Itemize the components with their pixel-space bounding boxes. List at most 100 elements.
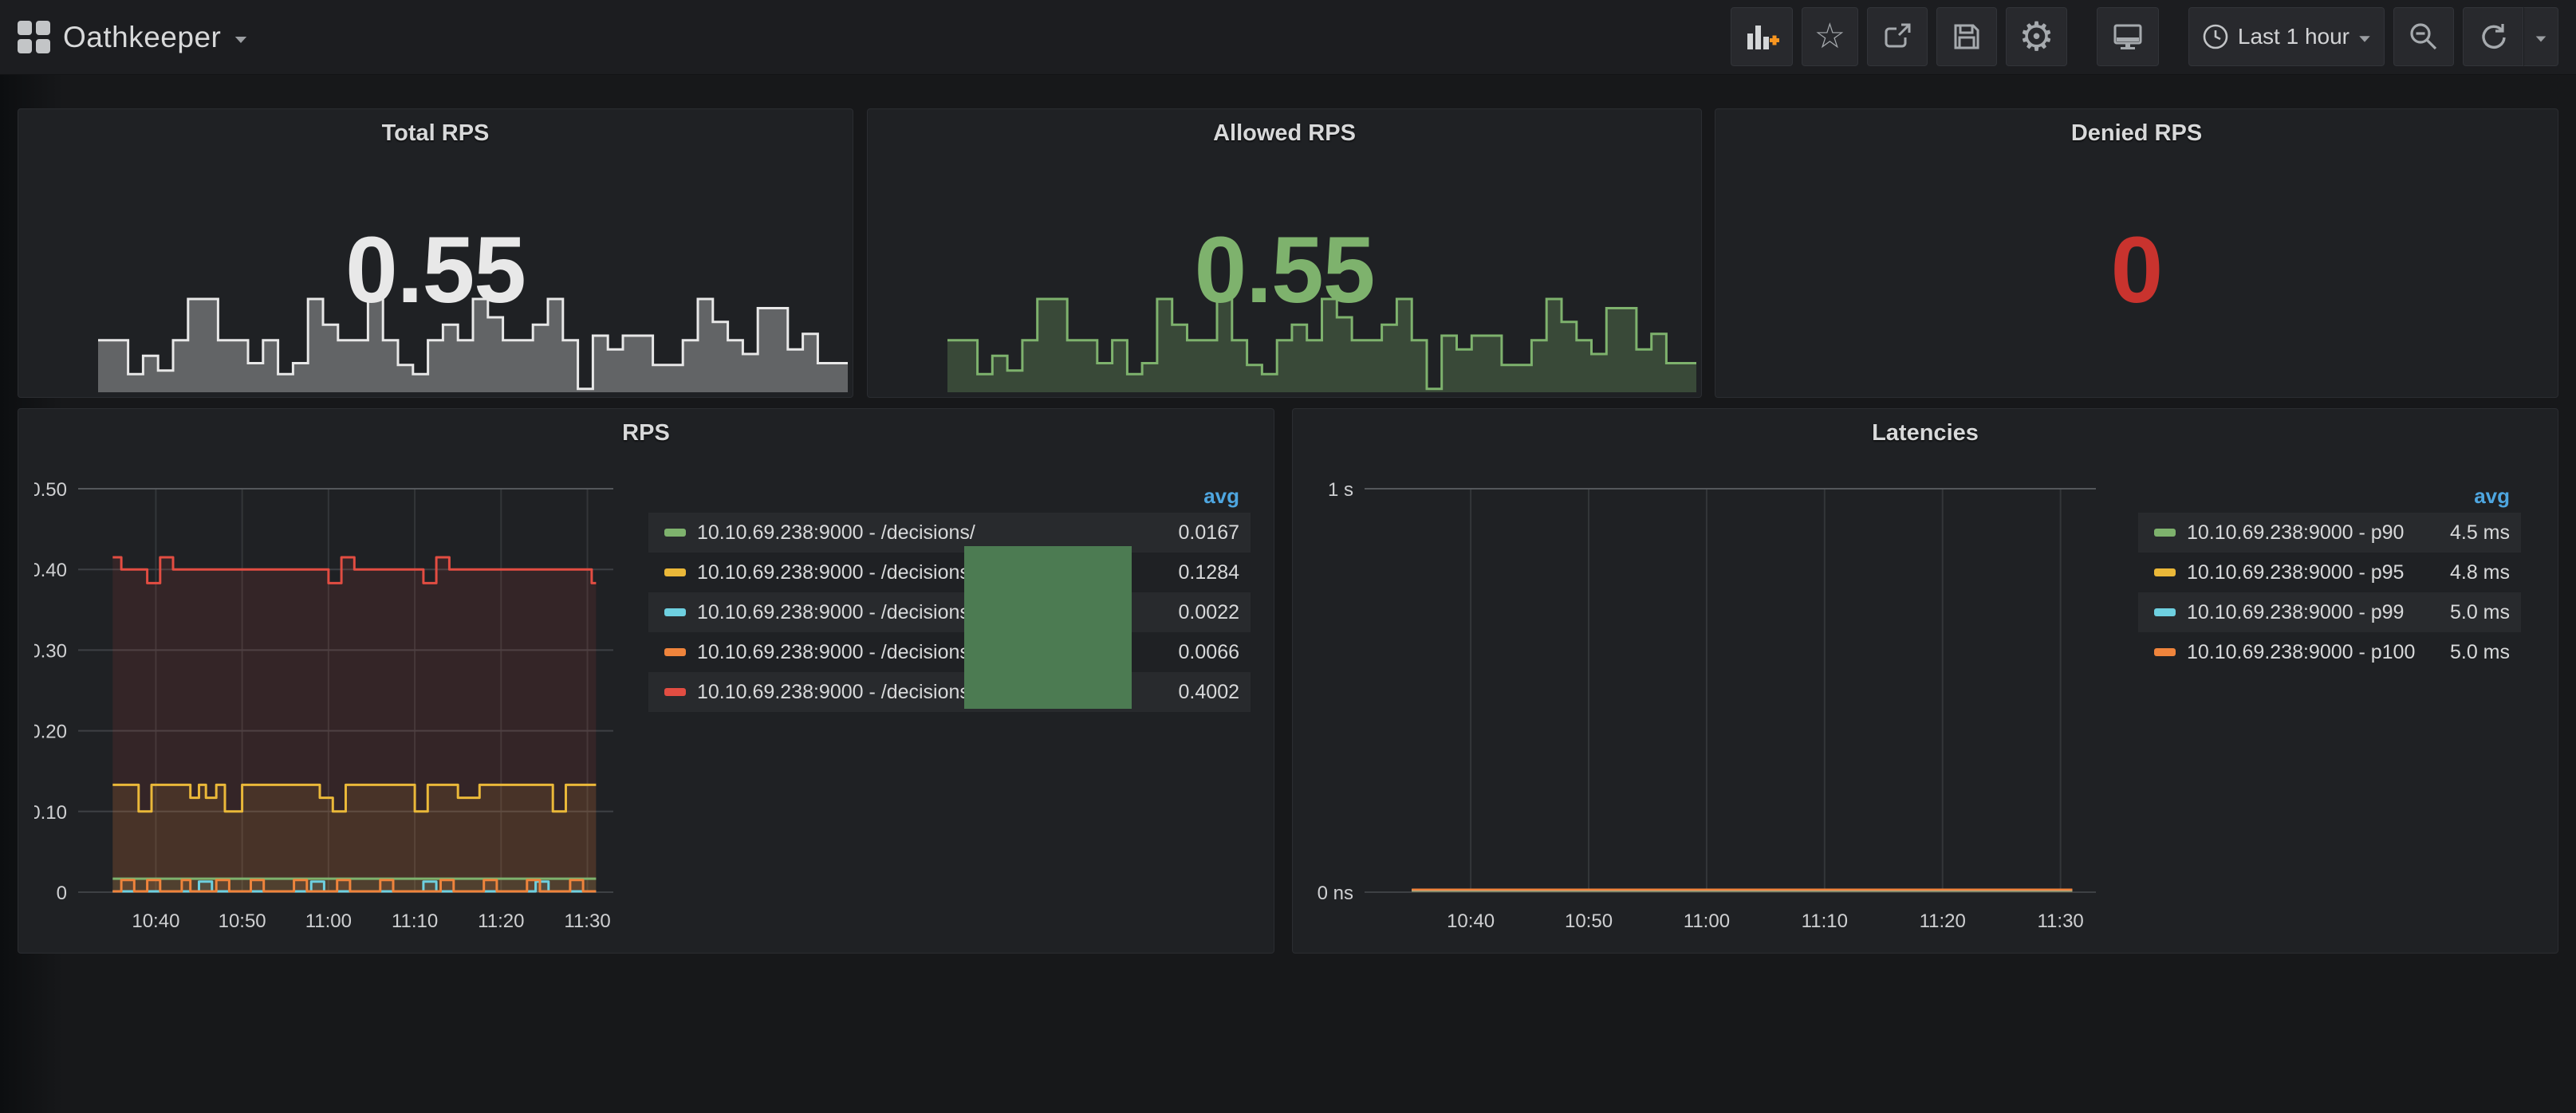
cycle-view-button[interactable] [2097, 7, 2159, 66]
series-color-swatch[interactable] [664, 608, 686, 616]
refresh-interval-dropdown[interactable] [2523, 7, 2558, 66]
add-panel-button[interactable] [1731, 7, 1793, 66]
legend-row[interactable]: 10.10.69.238:9000 - /decisions/0.1284 [648, 553, 1251, 592]
series-avg-value: 0.0022 [1179, 601, 1239, 624]
refresh-button-group [2463, 7, 2558, 66]
svg-text:11:20: 11:20 [478, 910, 524, 932]
series-color-swatch[interactable] [664, 688, 686, 696]
legend-row[interactable]: 10.10.69.238:9000 - p99 5.0 ms [2138, 592, 2521, 632]
toolbar: ☆ ⚙ [1722, 7, 2558, 66]
series-color-swatch[interactable] [2154, 648, 2176, 656]
series-color-swatch[interactable] [664, 529, 686, 537]
series-label[interactable]: 10.10.69.238:9000 - p95 [2187, 561, 2404, 584]
share-button[interactable] [1867, 7, 1928, 66]
panel-allowed-rps: Allowed RPS 0.55 [867, 108, 1702, 398]
series-avg-value: 4.8 ms [2450, 561, 2510, 584]
star-icon: ☆ [1814, 19, 1845, 54]
dashboard-title: Oathkeeper [63, 21, 221, 54]
rps-legend: avg 10.10.69.238:9000 - /decisions/0.016… [648, 479, 1251, 712]
latencies-chart[interactable]: 10:4010:5011:0011:1011:2011:300 ns1 s [1309, 433, 2130, 943]
panel-title[interactable]: Denied RPS [1715, 120, 2558, 147]
panel-total-rps: Total RPS 0.55 [18, 108, 853, 398]
stat-value: 0.55 [868, 216, 1701, 324]
dashboard-picker[interactable]: Oathkeeper [18, 21, 248, 54]
save-button[interactable] [1936, 7, 1997, 66]
series-avg-value: 4.5 ms [2450, 521, 2510, 545]
star-button[interactable]: ☆ [1802, 7, 1858, 66]
series-color-swatch[interactable] [664, 568, 686, 576]
svg-text:0.50: 0.50 [34, 479, 67, 501]
svg-text:10:50: 10:50 [1565, 910, 1613, 932]
settings-button[interactable]: ⚙ [2006, 7, 2067, 66]
zoom-out-icon [2406, 19, 2441, 54]
dashboards-grid-icon [18, 21, 50, 53]
panel-title[interactable]: Allowed RPS [868, 120, 1701, 147]
series-avg-value: 5.0 ms [2450, 601, 2510, 624]
green-overlay [964, 546, 1132, 709]
svg-text:10:40: 10:40 [132, 910, 179, 932]
rps-chart[interactable]: 10:4010:5011:0011:1011:2011:3000.100.200… [34, 433, 640, 943]
svg-text:11:00: 11:00 [1684, 910, 1730, 932]
series-color-swatch[interactable] [2154, 529, 2176, 537]
add-panel-icon [1743, 19, 1780, 54]
series-label[interactable]: 10.10.69.238:9000 - /decisions/ [697, 641, 975, 664]
panel-title[interactable]: RPS [18, 420, 1274, 446]
svg-text:10:40: 10:40 [1447, 910, 1495, 932]
legend-row[interactable]: 10.10.69.238:9000 - /decisions/0.0167 [648, 513, 1251, 553]
chevron-down-icon [235, 37, 246, 43]
share-icon [1880, 19, 1915, 54]
svg-text:11:10: 11:10 [1802, 910, 1848, 932]
panel-rps: RPS 10:40 10:50 11:00 11:10 11:20 11:30 0 0.10 0… [18, 408, 1274, 954]
stat-value: 0.55 [18, 216, 853, 324]
clock-icon [2201, 22, 2230, 51]
svg-text:11:00: 11:00 [305, 910, 352, 932]
stat-value: 0 [1715, 216, 2558, 324]
svg-text:10:50: 10:50 [219, 910, 266, 932]
svg-text:11:30: 11:30 [564, 910, 610, 932]
legend-row[interactable]: 10.10.69.238:9000 - /decisions/0.0066 [648, 632, 1251, 672]
panel-denied-rps: Denied RPS 0 [1715, 108, 2558, 398]
legend-row[interactable]: 10.10.69.238:9000 - p90 4.5 ms [2138, 513, 2521, 553]
series-label[interactable]: 10.10.69.238:9000 - /decisions/ [697, 681, 975, 704]
legend-row[interactable]: 10.10.69.238:9000 - /decisions/0.4002 [648, 672, 1251, 712]
series-color-swatch[interactable] [2154, 568, 2176, 576]
series-color-swatch[interactable] [2154, 608, 2176, 616]
top-navbar: Oathkeeper ☆ [0, 0, 2576, 75]
gear-icon: ⚙ [2019, 17, 2054, 57]
grafana-dashboard: { "nav": { "title": "Oathkeeper", "time_… [0, 0, 2576, 1113]
series-color-swatch[interactable] [664, 648, 686, 656]
series-avg-value: 0.1284 [1179, 561, 1239, 584]
legend-avg-header[interactable]: avg [2138, 479, 2521, 513]
panel-title[interactable]: Latencies [1293, 420, 2558, 446]
monitor-icon [2109, 19, 2146, 54]
legend-row[interactable]: 10.10.69.238:9000 - p100 5.0 ms [2138, 632, 2521, 672]
svg-text:0: 0 [57, 883, 67, 904]
legend-avg-header[interactable]: avg [648, 479, 1251, 513]
legend-row[interactable]: 10.10.69.238:9000 - p95 4.8 ms [2138, 553, 2521, 592]
chevron-down-icon [2359, 36, 2370, 42]
svg-text:11:10: 11:10 [392, 910, 438, 932]
series-label[interactable]: 10.10.69.238:9000 - /decisions/ [697, 561, 975, 584]
panel-latencies: Latencies 10:4010:5011:0011:1011:2011:30… [1292, 408, 2558, 954]
series-avg-value: 0.4002 [1179, 681, 1239, 704]
series-avg-value: 5.0 ms [2450, 641, 2510, 664]
panel-title[interactable]: Total RPS [18, 120, 853, 147]
svg-text:0.10: 0.10 [34, 802, 67, 824]
svg-text:11:30: 11:30 [2037, 910, 2083, 932]
refresh-icon [2476, 19, 2511, 54]
time-range-label: Last 1 hour [2238, 24, 2350, 49]
refresh-button[interactable] [2463, 7, 2523, 66]
series-label[interactable]: 10.10.69.238:9000 - p90 [2187, 521, 2404, 545]
time-range-picker[interactable]: Last 1 hour [2188, 7, 2385, 66]
series-label[interactable]: 10.10.69.238:9000 - /decisions/ [697, 521, 975, 545]
svg-text:0.40: 0.40 [34, 560, 67, 581]
series-avg-value: 0.0167 [1179, 521, 1239, 545]
series-label[interactable]: 10.10.69.238:9000 - p99 [2187, 601, 2404, 624]
legend-row[interactable]: 10.10.69.238:9000 - /decisions/0.0022 [648, 592, 1251, 632]
series-label[interactable]: 10.10.69.238:9000 - p100 [2187, 641, 2415, 664]
svg-text:0.30: 0.30 [34, 640, 67, 662]
latencies-legend: avg 10.10.69.238:9000 - p904.5 ms10.10.6… [2138, 479, 2521, 672]
zoom-out-button[interactable] [2393, 7, 2454, 66]
series-avg-value: 0.0066 [1179, 641, 1239, 664]
series-label[interactable]: 10.10.69.238:9000 - /decisions/ [697, 601, 975, 624]
